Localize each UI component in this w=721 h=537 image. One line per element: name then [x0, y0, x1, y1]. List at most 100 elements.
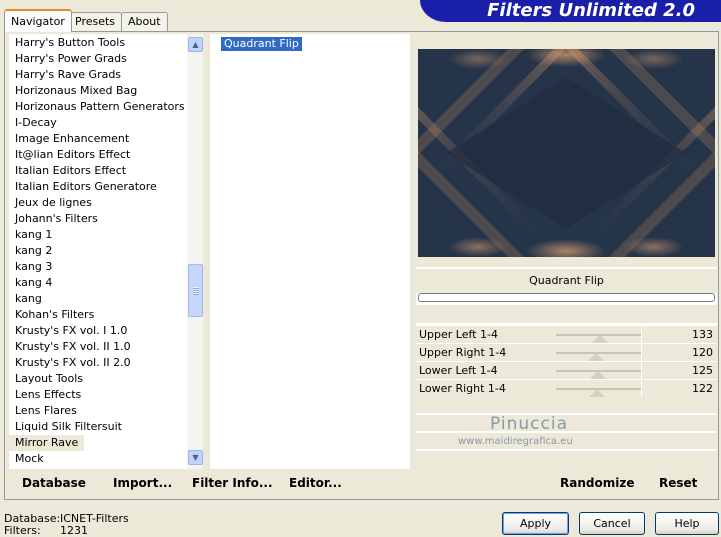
- category-item-label: Mock: [15, 452, 44, 465]
- slider-divider: [641, 327, 642, 343]
- status-filters-label: Filters:: [4, 524, 41, 537]
- category-item[interactable]: kang: [9, 291, 187, 307]
- scroll-thumb[interactable]: [188, 264, 203, 317]
- category-item[interactable]: Mock: [9, 451, 187, 467]
- filter-info-button[interactable]: Filter Info...: [192, 476, 273, 490]
- help-button[interactable]: Help: [655, 512, 719, 535]
- parameter-slider-row[interactable]: Upper Right 1-4 120: [416, 343, 717, 361]
- database-button[interactable]: Database: [22, 476, 86, 490]
- slider-header-strip: [416, 305, 717, 323]
- category-item[interactable]: I-Decay: [9, 115, 187, 131]
- category-item[interactable]: kang 2: [9, 243, 187, 259]
- empty-param-row: [416, 451, 717, 467]
- category-item[interactable]: kang 1: [9, 227, 187, 243]
- category-item[interactable]: Harry's Button Tools: [9, 35, 187, 51]
- parameter-value: 133: [692, 328, 713, 341]
- category-item-label: Kohan's Filters: [15, 308, 95, 321]
- filter-name-label: Quadrant Flip: [416, 269, 717, 293]
- scroll-up-button[interactable]: ▲: [188, 37, 203, 52]
- category-item-label: Harry's Power Grads: [15, 52, 127, 65]
- category-item-label: Horizonaus Pattern Generators: [15, 100, 185, 113]
- empty-param-row: [416, 397, 717, 413]
- category-item-label: Krusty's FX vol. II 1.0: [15, 340, 131, 353]
- app-banner: Filters Unlimited 2.0: [420, 0, 721, 22]
- progress-bar: [418, 293, 715, 302]
- slider-divider: [641, 381, 642, 397]
- category-item[interactable]: Lens Flares: [9, 403, 187, 419]
- category-item[interactable]: Liquid Silk Filtersuit: [9, 419, 187, 435]
- parameter-value: 122: [692, 382, 713, 395]
- scroll-down-button[interactable]: ▼: [188, 450, 203, 465]
- reset-button[interactable]: Reset: [659, 476, 697, 490]
- parameter-value: 125: [692, 364, 713, 377]
- category-item-label: Harry's Rave Grads: [15, 68, 122, 81]
- category-scrollbar[interactable]: ▲ ▼: [187, 34, 203, 469]
- app-title: Filters Unlimited 2.0: [487, 0, 695, 21]
- category-item-label: kang 1: [15, 228, 53, 241]
- parameter-slider-row[interactable]: Upper Left 1-4 133: [416, 325, 717, 343]
- category-item[interactable]: Layout Tools: [9, 371, 187, 387]
- category-item-label: Horizonaus Mixed Bag: [15, 84, 138, 97]
- randomize-button[interactable]: Randomize: [560, 476, 634, 490]
- category-item[interactable]: Horizonaus Pattern Generators: [9, 99, 187, 115]
- parameter-label: Lower Left 1-4: [419, 364, 498, 377]
- parameter-slider-row[interactable]: Lower Right 1-4 122: [416, 379, 717, 397]
- slider-thumb[interactable]: [588, 389, 605, 397]
- category-item[interactable]: Italian Editors Generatore: [9, 179, 187, 195]
- category-list[interactable]: Harry's Button Tools Harry's Power Grads H…: [9, 34, 187, 469]
- filter-preview: [418, 49, 715, 257]
- category-item[interactable]: Krusty's FX vol. II 1.0: [9, 339, 187, 355]
- category-item[interactable]: Mirror Rave: [9, 435, 187, 451]
- category-item[interactable]: Harry's Power Grads: [9, 51, 187, 67]
- slider-thumb[interactable]: [592, 335, 609, 343]
- slider-thumb[interactable]: [589, 371, 606, 379]
- apply-button[interactable]: Apply: [502, 512, 569, 535]
- category-item-label: Johann's Filters: [15, 212, 98, 225]
- category-item-label: Italian Editors Generatore: [15, 180, 157, 193]
- category-item-label: I-Decay: [15, 116, 57, 129]
- category-item[interactable]: Krusty's FX vol. II 2.0: [9, 355, 187, 371]
- tab-about[interactable]: About: [121, 12, 168, 31]
- slider-divider: [641, 345, 642, 361]
- import-button[interactable]: Import...: [113, 476, 172, 490]
- grip-icon: [193, 287, 199, 295]
- category-item[interactable]: Johann's Filters: [9, 211, 187, 227]
- category-item[interactable]: Italian Editors Effect: [9, 163, 187, 179]
- category-item[interactable]: Image Enhancement: [9, 131, 187, 147]
- status-filters-value: 1231: [60, 524, 88, 537]
- category-item-label: Krusty's FX vol. I 1.0: [15, 324, 128, 337]
- parameter-label: Upper Right 1-4: [419, 346, 507, 359]
- category-item-label: Harry's Button Tools: [15, 36, 126, 49]
- category-item-label: Layout Tools: [15, 372, 83, 385]
- filter-item-selected[interactable]: Quadrant Flip: [221, 37, 302, 51]
- category-item[interactable]: It@lian Editors Effect: [9, 147, 187, 163]
- category-item-label: Jeux de lignes: [15, 196, 92, 209]
- parameter-label: Upper Left 1-4: [419, 328, 498, 341]
- status-filters: Filters: 1231: [4, 524, 88, 537]
- parameter-label: Lower Right 1-4: [419, 382, 506, 395]
- category-item-label: Image Enhancement: [15, 132, 130, 145]
- category-item-label: Krusty's FX vol. II 2.0: [15, 356, 131, 369]
- category-item[interactable]: Horizonaus Mixed Bag: [9, 83, 187, 99]
- category-item-label: kang: [15, 292, 42, 305]
- category-item-label: Lens Effects: [15, 388, 82, 401]
- slider-divider: [641, 363, 642, 379]
- filter-list[interactable]: Quadrant Flip: [210, 34, 410, 469]
- parameter-slider-row[interactable]: Lower Left 1-4 125: [416, 361, 717, 379]
- editor-button[interactable]: Editor...: [289, 476, 342, 490]
- category-item[interactable]: Kohan's Filters: [9, 307, 187, 323]
- category-item-label: kang 3: [15, 260, 53, 273]
- category-item[interactable]: kang 4: [9, 275, 187, 291]
- parameter-value: 120: [692, 346, 713, 359]
- cancel-button[interactable]: Cancel: [579, 512, 645, 535]
- category-item[interactable]: Lens Effects: [9, 387, 187, 403]
- tab-presets[interactable]: Presets: [68, 12, 123, 31]
- watermark-name: Pinuccia: [490, 414, 568, 434]
- tab-navigator[interactable]: Navigator: [4, 9, 72, 32]
- category-item[interactable]: Harry's Rave Grads: [9, 67, 187, 83]
- slider-thumb[interactable]: [587, 353, 604, 361]
- category-item-label: kang 4: [15, 276, 53, 289]
- category-item[interactable]: Jeux de lignes: [9, 195, 187, 211]
- category-item[interactable]: Krusty's FX vol. I 1.0: [9, 323, 187, 339]
- category-item[interactable]: kang 3: [9, 259, 187, 275]
